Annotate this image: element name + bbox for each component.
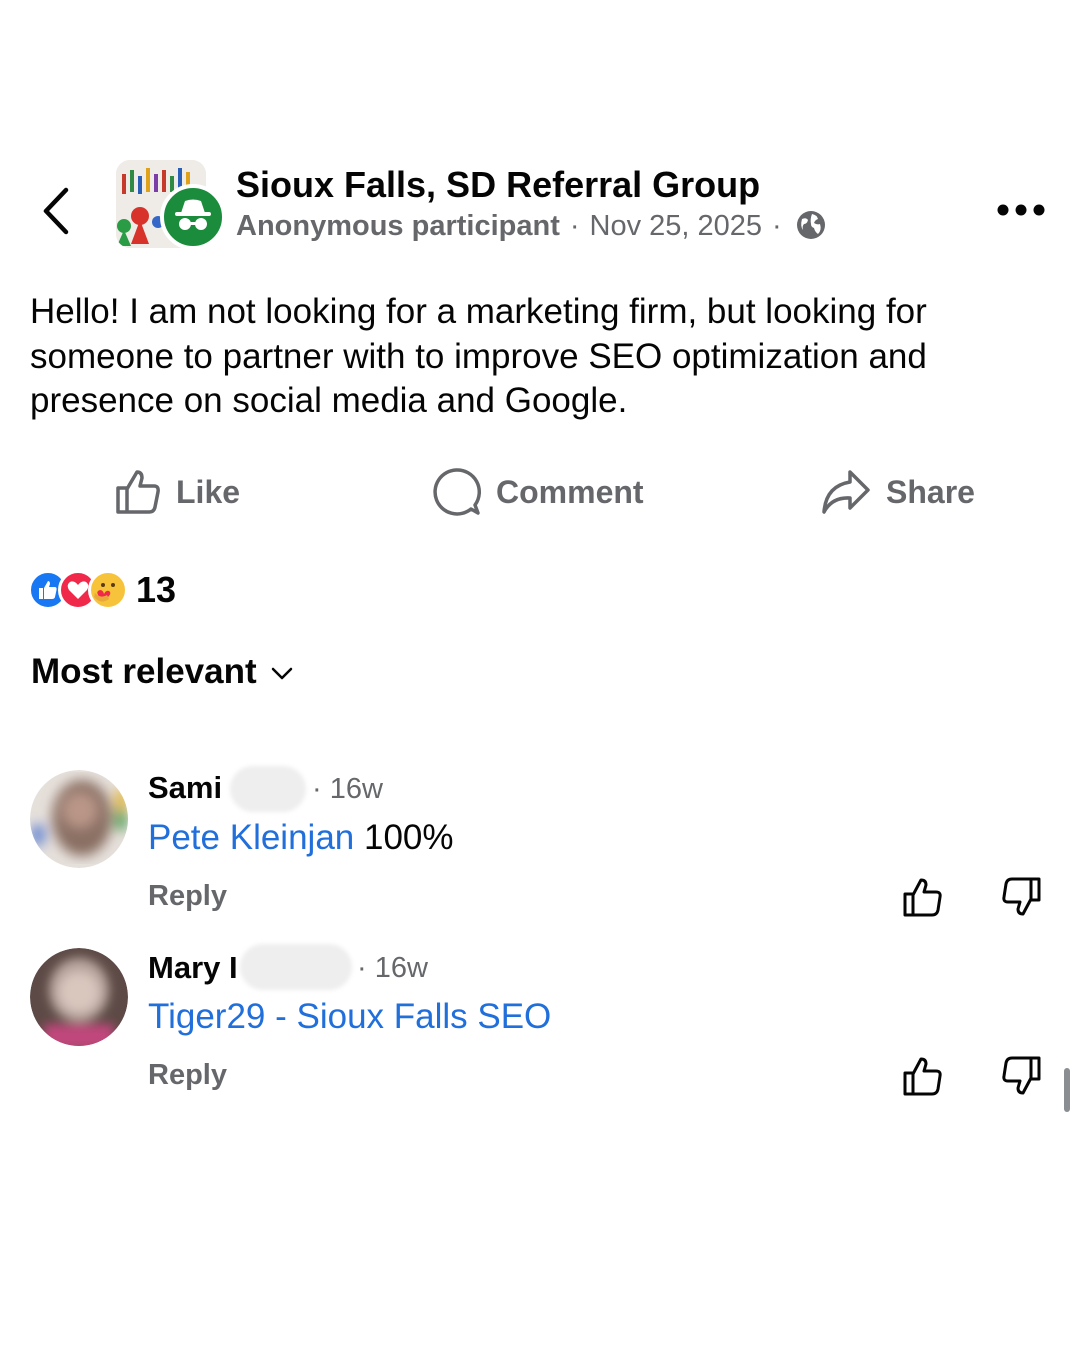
share-arrow-icon — [822, 470, 870, 514]
comment-text: Tiger29 - Sioux Falls SEO — [148, 997, 551, 1037]
globe-icon — [796, 211, 825, 239]
downvote-icon[interactable] — [1000, 876, 1042, 918]
comment-body: 100% — [354, 818, 454, 857]
comment-label: Comment — [496, 473, 644, 510]
more-options-icon[interactable] — [996, 200, 1046, 220]
thumbs-up-icon — [116, 470, 160, 514]
author-name[interactable]: Anonymous participant — [236, 210, 560, 242]
scrollbar[interactable] — [1064, 1068, 1070, 1112]
redacted-surname — [230, 766, 306, 812]
reaction-count: 13 — [136, 569, 177, 610]
redacted-surname — [240, 944, 352, 990]
upvote-icon[interactable] — [902, 1055, 944, 1097]
reply-button[interactable]: Reply — [148, 880, 227, 913]
meta-separator: · — [569, 210, 580, 242]
mention-link[interactable]: Tiger29 - Sioux Falls SEO — [148, 997, 551, 1036]
comment-text: Pete Kleinjan 100% — [148, 818, 454, 858]
commenter-name-text: Sami — [148, 770, 223, 805]
comment-time[interactable]: · 16w — [357, 952, 428, 985]
commenter-name-text: Mary I — [148, 950, 238, 985]
post-date[interactable]: Nov 25, 2025 — [590, 210, 763, 242]
downvote-icon[interactable] — [1000, 1055, 1042, 1097]
reactions-summary[interactable]: 13 — [28, 568, 176, 612]
commenter-name[interactable]: Mary I — [148, 950, 238, 986]
reply-button[interactable]: Reply — [148, 1059, 227, 1092]
commenter-name[interactable]: Sami — [148, 770, 222, 806]
care-reaction-icon — [88, 570, 128, 610]
meta-separator: · — [772, 210, 782, 242]
sort-label: Most relevant — [31, 652, 257, 691]
post-meta: Anonymous participant · Nov 25, 2025 · — [236, 210, 826, 243]
commenter-avatar[interactable] — [30, 770, 128, 868]
upvote-icon[interactable] — [902, 876, 944, 918]
like-button[interactable]: Like — [114, 466, 240, 518]
incognito-icon — [160, 184, 226, 250]
mention-link[interactable]: Pete Kleinjan — [148, 818, 354, 857]
comment-time[interactable]: · 16w — [312, 773, 383, 806]
comment-button[interactable]: Comment — [430, 466, 644, 518]
share-label: Share — [886, 473, 975, 510]
share-button[interactable]: Share — [820, 466, 975, 518]
like-label: Like — [176, 473, 241, 510]
chevron-down-icon — [271, 667, 292, 679]
back-arrow-icon[interactable] — [40, 186, 74, 236]
comment-bubble-icon — [433, 468, 481, 516]
comment-sort-dropdown[interactable]: Most relevant — [31, 652, 293, 692]
post-text: Hello! I am not looking for a marketing … — [30, 292, 927, 420]
group-name[interactable]: Sioux Falls, SD Referral Group — [236, 164, 760, 206]
commenter-avatar[interactable] — [30, 948, 128, 1046]
